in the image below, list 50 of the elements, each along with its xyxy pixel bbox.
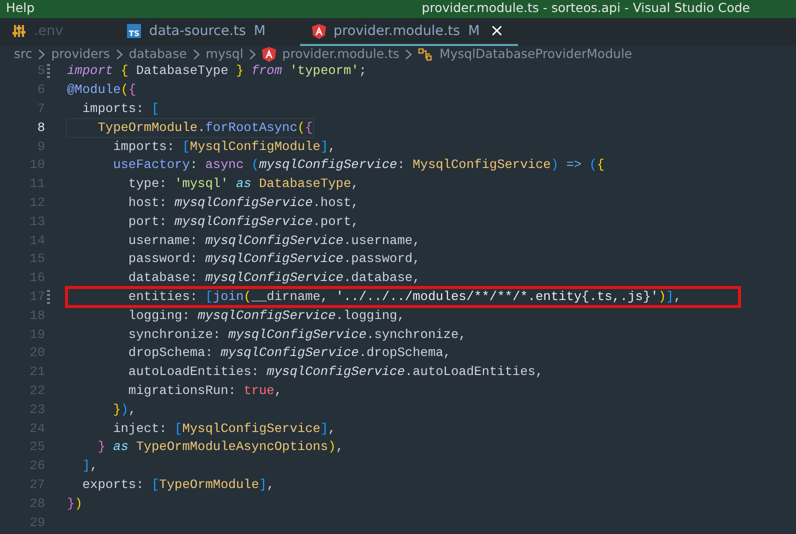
tab-label: .env (34, 22, 64, 41)
tab[interactable]: .env (0, 18, 76, 46)
breadcrumb-item[interactable]: MysqlDatabaseProviderModule (439, 44, 632, 64)
code-line: database: mysqlConfigService.database, (127, 269, 420, 288)
class-icon (418, 48, 434, 60)
breadcrumb-item[interactable]: providers (51, 44, 110, 64)
tab[interactable]: provider.module.ts M × (300, 18, 518, 46)
code-line: useFactory: async (mysqlConfigService: MysqlConfigService) => ({ (112, 156, 605, 174)
chevron-icon (192, 48, 200, 60)
chevron-icon (116, 48, 123, 60)
window-title: provider.module.ts - sorteos.api - Visual Studio Code (422, 0, 750, 17)
code-line: TypeOrmModule.forRootAsync({ (67, 118, 313, 137)
code-line: port: mysqlConfigService.port, (127, 212, 359, 231)
code-line: password: mysqlConfigService.password, (127, 250, 420, 268)
code-line: @Module({ (67, 81, 136, 100)
code-line: inject: [MysqlConfigService], (112, 420, 336, 438)
code-line: dropSchema: mysqlConfigService.dropSchema, (127, 344, 451, 362)
angular-icon (262, 46, 276, 62)
breadcrumb-item[interactable]: provider.module.ts (282, 44, 400, 64)
chevron-icon (249, 48, 256, 60)
code-line: }), (112, 400, 136, 419)
code-line: synchronize: mysqlConfigService.synchronize, (127, 326, 466, 344)
code-line: type: 'mysql' as DatabaseType, (127, 175, 359, 194)
tab-label: data-source.ts (149, 22, 246, 41)
breadcrumb-item[interactable]: mysql (206, 44, 244, 64)
code-line: migrationsRun: true, (127, 382, 282, 400)
close-button[interactable]: × (488, 22, 506, 40)
code-line: entities: [join(__dirname, '../../../modules/**/**/*.entity{.ts,.js}')], (67, 288, 740, 306)
breadcrumb-item[interactable]: src (14, 44, 32, 64)
modified-label: M (254, 22, 266, 41)
line-number: 8 (36, 120, 45, 136)
code-line: } as TypeOrmModuleAsyncOptions), (96, 438, 344, 456)
code-line: imports: [MysqlConfigModule], (112, 138, 336, 156)
code-line: ], (81, 457, 98, 476)
code-line: import { DatabaseType } from 'typeorm'; (67, 62, 367, 80)
menu-item[interactable]: Help (6, 0, 34, 18)
sliders-icon (12, 24, 26, 38)
chevron-icon (38, 48, 46, 60)
code-line: imports: [ (81, 100, 160, 118)
chevron-icon (405, 48, 412, 60)
code-line: logging: mysqlConfigService.logging, (127, 306, 405, 325)
breadcrumb-item[interactable]: database (128, 44, 187, 64)
code-line: username: mysqlConfigService.username, (127, 232, 420, 250)
code-line: host: mysqlConfigService.host, (127, 194, 359, 212)
tab-label: provider.module.ts (334, 22, 460, 41)
code-line: }) (67, 494, 82, 513)
code-line: exports: [TypeOrmModule], (81, 476, 274, 494)
modified-label: M (468, 22, 480, 41)
code-line: autoLoadEntities: mysqlConfigService.autoLoadEntities, (127, 363, 544, 382)
angular-icon (312, 24, 326, 38)
